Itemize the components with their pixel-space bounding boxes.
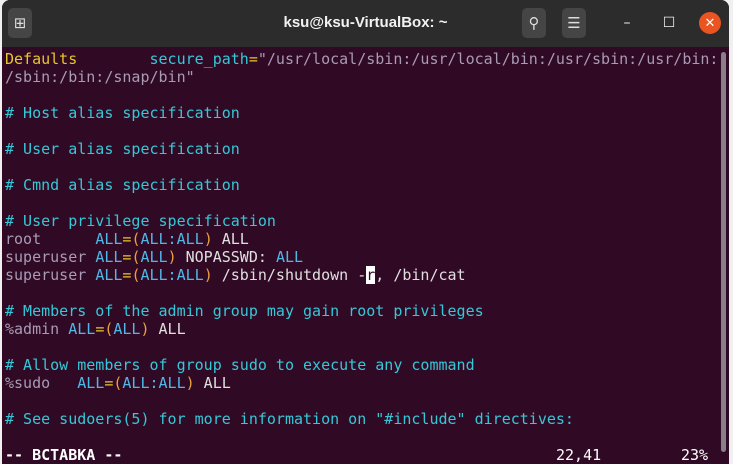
editor-line: superuser ALL=(ALL) NOPASSWD: ALL xyxy=(5,248,718,266)
text-token: superuser xyxy=(5,266,96,284)
text-token: ) xyxy=(167,248,177,266)
text-token: = xyxy=(248,50,258,68)
text-token: # Host alias specification xyxy=(5,104,240,122)
editor-line: %sudo ALL=(ALL:ALL) ALL xyxy=(5,374,718,392)
close-button[interactable]: ✕ xyxy=(699,12,721,34)
editor-line: # User alias specification xyxy=(5,140,718,158)
editor-line: root ALL=(ALL:ALL) ALL xyxy=(5,230,718,248)
text-token: ALL xyxy=(95,230,123,248)
text-token: %admin xyxy=(5,320,69,338)
text-token: root xyxy=(5,230,96,248)
text-token: ALL:ALL xyxy=(122,374,186,392)
text-token: "/usr/local/sbin:/usr/local/bin:/usr/sbi… xyxy=(257,50,719,68)
editor-line: # User privilege specification xyxy=(5,212,718,230)
search-icon: ⚲ xyxy=(528,14,540,32)
text-token: ALL xyxy=(77,374,105,392)
text-token: ALL xyxy=(212,230,249,248)
text-token: ALL xyxy=(95,266,123,284)
text-token: ALL xyxy=(140,248,168,266)
editor-line: %admin ALL=(ALL) ALL xyxy=(5,320,718,338)
text-token: ALL:ALL xyxy=(140,230,204,248)
text-token: ) xyxy=(203,266,213,284)
text-token: /sbin:/bin:/snap/bin" xyxy=(5,68,195,86)
text-token: Defaults xyxy=(5,50,78,68)
text-token: NOPASSWD xyxy=(176,248,258,266)
text-token: %sudo xyxy=(5,374,78,392)
search-button[interactable]: ⚲ xyxy=(522,8,546,38)
text-token: ALL xyxy=(149,320,186,338)
editor-line: # Host alias specification xyxy=(5,104,718,122)
editor-line: # Allow members of group sudo to execute… xyxy=(5,356,718,374)
text-token: ALL xyxy=(275,248,304,266)
text-token: # Cmnd alias specification xyxy=(5,176,240,194)
text-token: /sbin/shutdown - xyxy=(212,266,367,284)
text-token: # See sudoers(5) for more information on… xyxy=(5,410,574,428)
scrollbar-thumb[interactable] xyxy=(721,52,726,452)
editor-text-area[interactable]: Defaults secure_path="/usr/local/sbin:/u… xyxy=(5,50,718,428)
scrollbar[interactable] xyxy=(721,52,726,460)
text-token: # Allow members of group sudo to execute… xyxy=(5,356,475,374)
mode-indicator: -- ВСТАВКА -- xyxy=(5,446,123,464)
title-bar[interactable]: ⊞ ksu@ksu-VirtualBox: ~ ⚲ ☰ – ☐ ✕ xyxy=(2,0,729,47)
text-token: ALL xyxy=(95,248,123,266)
text-cursor: r xyxy=(366,266,376,284)
menu-button[interactable]: ☰ xyxy=(562,8,586,38)
hamburger-menu-icon: ☰ xyxy=(567,14,581,32)
text-token: ALL:ALL xyxy=(140,266,204,284)
text-token: = xyxy=(95,320,105,338)
editor-line: # See sudoers(5) for more information on… xyxy=(5,410,718,428)
text-token: ALL xyxy=(113,320,141,338)
editor-line: # Cmnd alias specification xyxy=(5,176,718,194)
maximize-button[interactable]: ☐ xyxy=(658,12,680,34)
editor-line: superuser ALL=(ALL:ALL) /sbin/shutdown -… xyxy=(5,266,718,284)
maximize-icon: ☐ xyxy=(662,15,676,31)
minimize-icon: – xyxy=(623,15,631,31)
vim-status-line: -- ВСТАВКА -- 22,41 23% xyxy=(5,446,717,464)
editor-line: Defaults secure_path="/usr/local/sbin:/u… xyxy=(5,50,718,68)
terminal-window: ⊞ ksu@ksu-VirtualBox: ~ ⚲ ☰ – ☐ ✕ Defaul… xyxy=(2,0,729,464)
text-token: : xyxy=(257,248,276,266)
minimize-button[interactable]: – xyxy=(616,12,638,34)
text-token: ALL xyxy=(68,320,96,338)
text-token: # User alias specification xyxy=(5,140,240,158)
close-icon: ✕ xyxy=(704,15,716,31)
text-token: ALL xyxy=(194,374,231,392)
text-token: # User privilege specification xyxy=(5,212,276,230)
cursor-position: 22,41 xyxy=(556,446,602,464)
text-token: , /bin/cat xyxy=(375,266,466,284)
text-token: ) xyxy=(185,374,195,392)
text-token: superuser xyxy=(5,248,96,266)
text-token: # Members of the admin group may gain ro… xyxy=(5,302,484,320)
scroll-percent: 23% xyxy=(681,446,709,464)
text-token: secure_path xyxy=(149,50,249,68)
text-token: ) xyxy=(203,230,213,248)
text-token: ) xyxy=(140,320,150,338)
editor-line: /sbin:/bin:/snap/bin" xyxy=(5,68,718,86)
editor-line: # Members of the admin group may gain ro… xyxy=(5,302,718,320)
